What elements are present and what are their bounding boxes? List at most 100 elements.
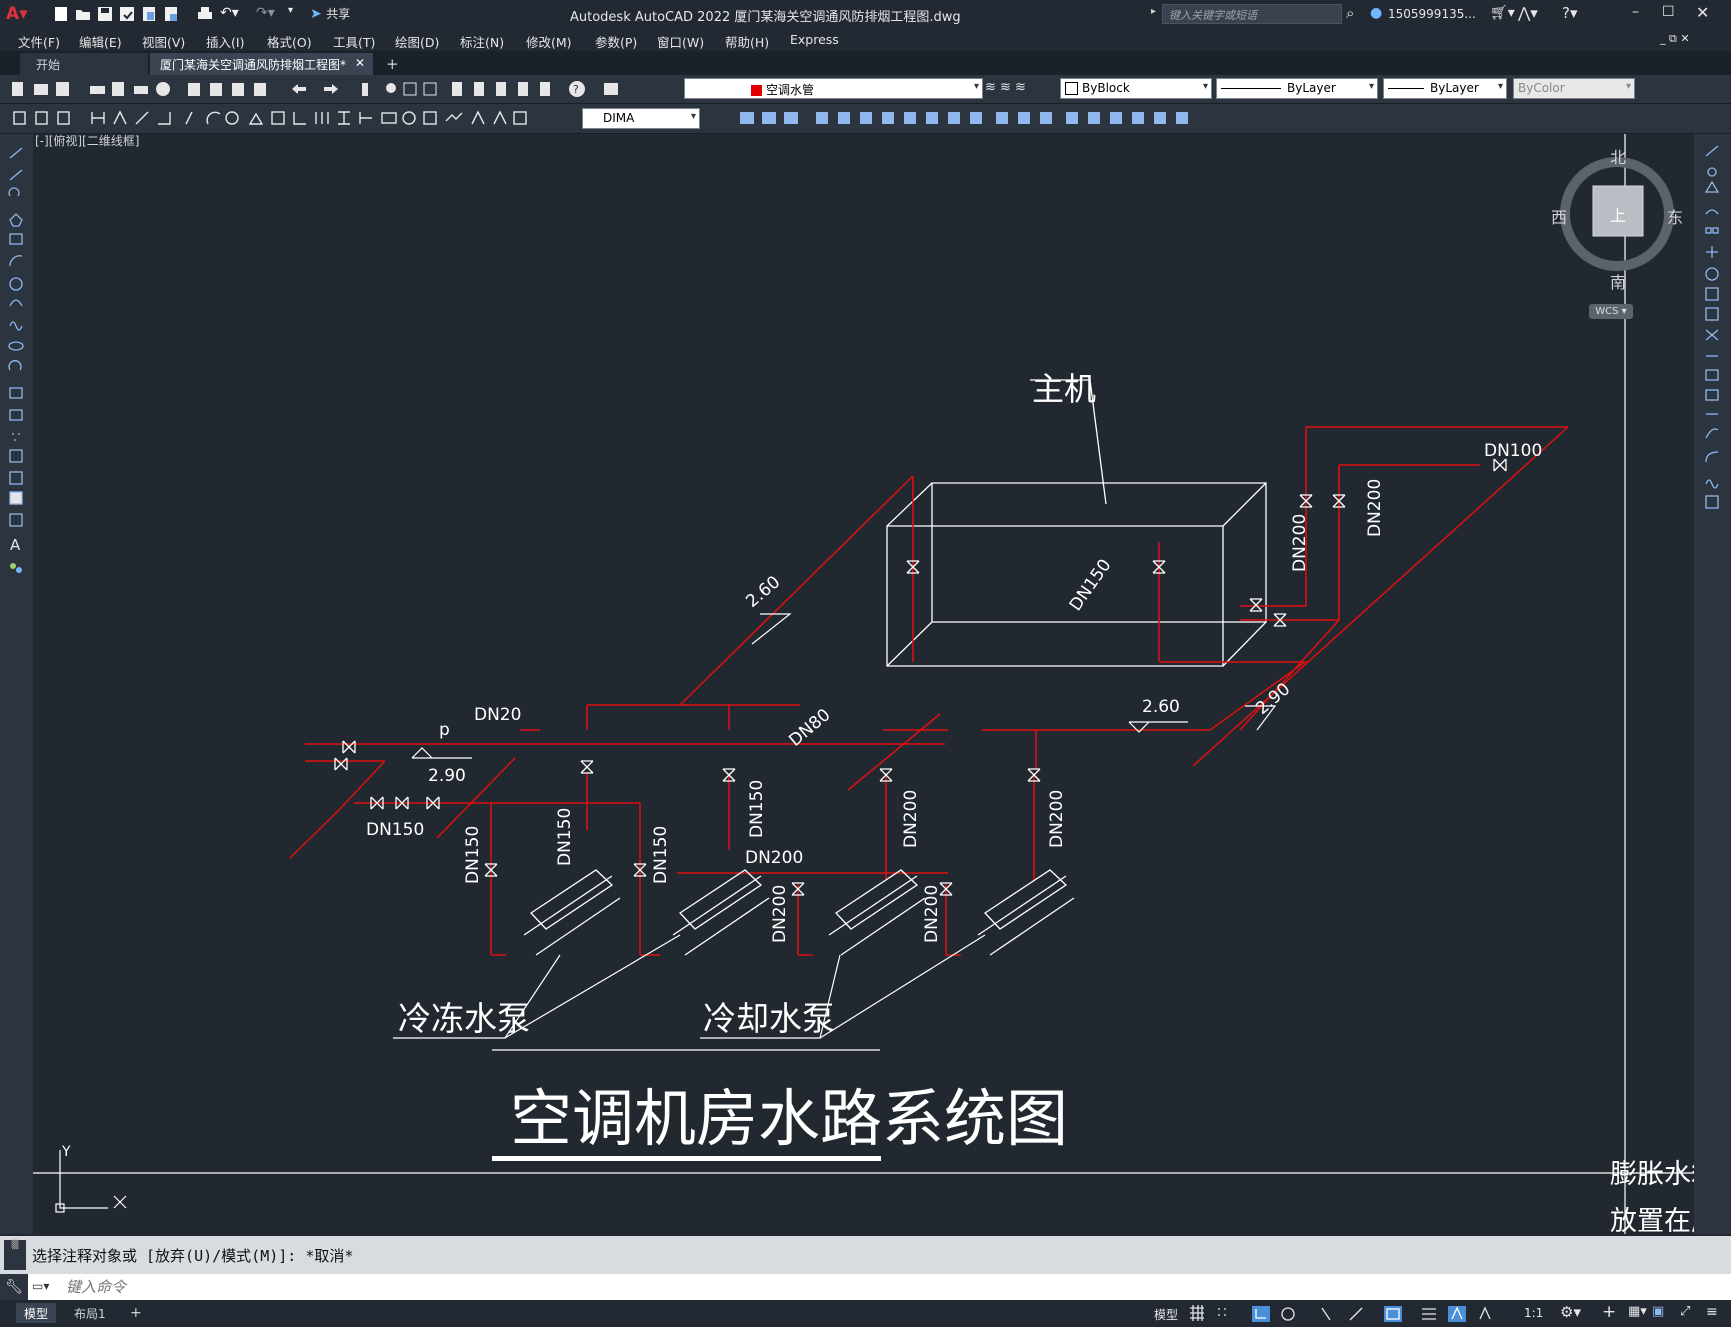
viewcube-south[interactable]: 南 bbox=[1610, 269, 1626, 293]
status-toggle-icons[interactable] bbox=[1188, 1304, 1568, 1324]
label-dn150-p2: DN150 bbox=[555, 808, 575, 866]
tab-start[interactable]: 开始 bbox=[20, 53, 148, 75]
linetype-value: ByLayer bbox=[1287, 81, 1336, 95]
label-dn200-a: DN200 bbox=[1290, 514, 1310, 572]
modify-tool-icons[interactable] bbox=[704, 109, 1224, 127]
hardware-accel-icon[interactable]: ▣ bbox=[1652, 1304, 1664, 1319]
close-window-button[interactable]: ✕ bbox=[1696, 3, 1709, 22]
lineweight-dropdown[interactable]: ByLayer ▾ bbox=[1383, 78, 1507, 99]
layer-dropdown[interactable]: 空调水管 ▾ bbox=[684, 78, 983, 99]
minimize-window-button[interactable]: – bbox=[1632, 4, 1639, 20]
dimstyle-value: DIMA bbox=[603, 111, 635, 125]
cart-icon[interactable]: 🛒︎▾ bbox=[1490, 5, 1515, 21]
model-space-button[interactable]: 模型 bbox=[1154, 1306, 1178, 1323]
expansion-tank-label-2: 放置在屋 bbox=[1610, 1206, 1694, 1234]
chiller-unit bbox=[886, 379, 1267, 667]
status-plus-icon[interactable]: + bbox=[1602, 1302, 1616, 1322]
drawing-canvas[interactable]: [-][俯视][二维线框] 主机 DN20 p 2.90 DN150 2.60 … bbox=[33, 134, 1694, 1234]
dimension-tool-icons[interactable] bbox=[8, 109, 568, 127]
redo-icon[interactable]: ↷▾ bbox=[256, 5, 286, 25]
isolate-objects-icon[interactable]: ▦▾ bbox=[1628, 1304, 1647, 1319]
chiller-label: 主机 bbox=[1032, 370, 1096, 408]
label-elev-260b: 2.60 bbox=[1142, 697, 1180, 717]
clean-screen-icon[interactable]: ⤢ bbox=[1680, 1304, 1690, 1319]
search-input[interactable]: 键入关键字或短语 bbox=[1162, 4, 1342, 24]
menu-parametric[interactable]: 参数(P) bbox=[595, 32, 637, 51]
command-input[interactable] bbox=[64, 1276, 1708, 1298]
label-dn150-p1: DN150 bbox=[463, 826, 483, 884]
doc-window-controls[interactable]: _ ⧉ ✕ bbox=[1660, 32, 1690, 46]
menu-modify[interactable]: 修改(M) bbox=[526, 32, 572, 51]
maximize-window-button[interactable]: ☐ bbox=[1662, 4, 1675, 20]
customize-icon[interactable]: ▾ bbox=[288, 5, 300, 25]
label-elev-290a: 2.90 bbox=[428, 766, 466, 786]
lineweight-value: ByLayer bbox=[1430, 81, 1479, 95]
chilled-pump-label: 冷冻水泵 bbox=[398, 999, 530, 1038]
new-file-icon[interactable] bbox=[52, 5, 70, 25]
svg-text:A: A bbox=[10, 536, 21, 554]
save-icon[interactable] bbox=[96, 5, 114, 25]
command-wrench-icon[interactable]: 🔧︎ bbox=[0, 1274, 28, 1300]
menu-express[interactable]: Express bbox=[790, 32, 839, 47]
menu-view[interactable]: 视图(V) bbox=[142, 32, 185, 51]
open-web-icon[interactable] bbox=[140, 5, 158, 25]
close-tab-icon[interactable]: ✕ bbox=[355, 56, 365, 70]
user-icon[interactable]: ● bbox=[1370, 5, 1382, 21]
piping-diagram: 主机 DN20 p 2.90 DN150 2.60 DN200 DN100 2.… bbox=[33, 134, 1694, 1234]
draw-toolbar-left: A bbox=[0, 134, 33, 1234]
viewcube[interactable]: 北 南 西 东 上 bbox=[1551, 144, 1683, 294]
undo-icon[interactable]: ↶▾ bbox=[220, 5, 250, 25]
wcs-menu[interactable]: WCS ▾ bbox=[1589, 304, 1633, 319]
autocad-logo-icon[interactable]: A▾ bbox=[6, 4, 28, 24]
autodesk-app-icon[interactable]: ⋀▾ bbox=[1518, 4, 1538, 22]
plot-icon[interactable] bbox=[196, 5, 214, 25]
document-tab-bar: 开始 厦门某海关空调通风防排烟工程图* ✕ + bbox=[0, 51, 1731, 75]
menu-draw[interactable]: 绘图(D) bbox=[395, 32, 439, 51]
layer-tools-icons[interactable]: ≋ ≋ ≋ bbox=[985, 80, 1045, 98]
user-name[interactable]: 1505999135... bbox=[1388, 7, 1476, 21]
menu-file[interactable]: 文件(F) bbox=[18, 32, 60, 51]
dimstyle-dropdown[interactable]: DIMA ▾ bbox=[582, 108, 700, 129]
command-recent-icon[interactable]: ▭▾ bbox=[32, 1279, 49, 1293]
search-icon[interactable]: ⌕ bbox=[1346, 4, 1354, 22]
annotation-scale[interactable]: 1:1 bbox=[1524, 1306, 1543, 1320]
linetype-dropdown[interactable]: ByLayer ▾ bbox=[1216, 78, 1378, 99]
modify-right-icons[interactable] bbox=[1694, 134, 1731, 554]
viewcube-east[interactable]: 东 bbox=[1667, 204, 1683, 228]
viewcube-north[interactable]: 北 bbox=[1610, 144, 1626, 168]
menu-help[interactable]: 帮助(H) bbox=[725, 32, 769, 51]
save-web-icon[interactable] bbox=[162, 5, 180, 25]
menu-tools[interactable]: 工具(T) bbox=[333, 32, 375, 51]
color-value: ByBlock bbox=[1082, 81, 1130, 95]
customize-status-icon[interactable]: ≡ bbox=[1706, 1304, 1718, 1320]
add-layout-button[interactable]: + bbox=[122, 1303, 150, 1323]
save-as-icon[interactable] bbox=[118, 5, 136, 25]
new-tab-button[interactable]: + bbox=[380, 53, 404, 75]
label-dn100: DN100 bbox=[1484, 441, 1542, 461]
search-arrow-icon[interactable]: ▸ bbox=[1151, 6, 1156, 17]
standard-tool-icons[interactable]: ? bbox=[8, 80, 668, 98]
help-icon[interactable]: ?▾ bbox=[1562, 4, 1578, 22]
label-dn200-p6: DN200 bbox=[901, 790, 921, 848]
title-underline bbox=[492, 1156, 881, 1161]
tab-model[interactable]: 模型 bbox=[16, 1303, 57, 1323]
share-icon[interactable]: ➤ 共享 bbox=[310, 5, 368, 25]
color-dropdown[interactable]: ByBlock ▾ bbox=[1060, 78, 1212, 99]
viewcube-west[interactable]: 西 bbox=[1551, 204, 1567, 228]
draw-tool-icons[interactable]: A bbox=[0, 134, 33, 594]
label-dn200-b: DN200 bbox=[1365, 479, 1385, 537]
tab-active-drawing[interactable]: 厦门某海关空调通风防排烟工程图* ✕ bbox=[150, 53, 373, 75]
viewcube-top-face[interactable]: 上 bbox=[1610, 202, 1626, 226]
open-file-icon[interactable] bbox=[74, 5, 92, 25]
menu-edit[interactable]: 编辑(E) bbox=[79, 32, 122, 51]
menu-insert[interactable]: 插入(I) bbox=[206, 32, 244, 51]
plotstyle-dropdown[interactable]: ByColor ▾ bbox=[1513, 78, 1635, 99]
cooling-pump-label: 冷却水泵 bbox=[703, 999, 835, 1038]
tab-layout1[interactable]: 布局1 bbox=[66, 1303, 114, 1323]
menu-window[interactable]: 窗口(W) bbox=[657, 32, 704, 51]
workspace-gear-icon[interactable]: ⚙▾ bbox=[1560, 1303, 1581, 1321]
command-history-grip-icon[interactable]: ▒ bbox=[4, 1240, 26, 1270]
menu-format[interactable]: 格式(O) bbox=[267, 32, 312, 51]
share-label[interactable]: 共享 bbox=[326, 7, 350, 21]
menu-dimension[interactable]: 标注(N) bbox=[460, 32, 504, 51]
